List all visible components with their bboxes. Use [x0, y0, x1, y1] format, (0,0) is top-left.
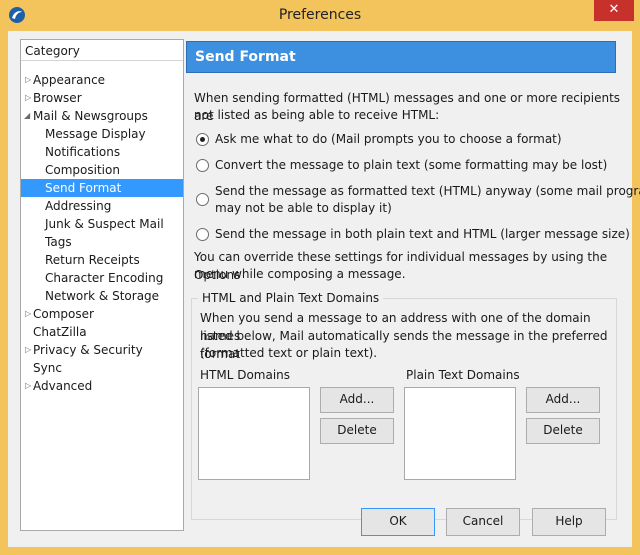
- html-domains-list[interactable]: [198, 387, 310, 480]
- domains-desc-line3: (formatted text or plain text).: [200, 346, 378, 360]
- tree-item-network-storage[interactable]: Network & Storage: [21, 287, 183, 305]
- plain-domains-label: Plain Text Domains: [406, 368, 520, 382]
- tree-item-privacy-security[interactable]: ▷ Privacy & Security: [21, 341, 183, 359]
- tree-item-appearance[interactable]: ▷ Appearance: [21, 71, 183, 89]
- tree-item-chatzilla[interactable]: ChatZilla: [21, 323, 183, 341]
- html-add-button[interactable]: Add...: [320, 387, 394, 413]
- html-domains-label: HTML Domains: [200, 368, 291, 382]
- radio-button[interactable]: [196, 133, 209, 146]
- close-window-button[interactable]: ✕: [594, 0, 634, 21]
- radio-button[interactable]: [196, 159, 209, 172]
- override-text-line2: menu while composing a message.: [194, 267, 406, 281]
- panel-title: Send Format: [186, 41, 616, 73]
- plain-delete-button[interactable]: Delete: [526, 418, 600, 444]
- tree-item-composition[interactable]: Composition: [21, 161, 183, 179]
- plain-add-button[interactable]: Add...: [526, 387, 600, 413]
- intro-text-line2: not listed as being able to receive HTML…: [194, 108, 440, 122]
- radio-button[interactable]: [196, 193, 209, 206]
- tree-item-composer[interactable]: ▷ Composer: [21, 305, 183, 323]
- tree-item-notifications[interactable]: Notifications: [21, 143, 183, 161]
- tree-item-tags[interactable]: Tags: [21, 233, 183, 251]
- plain-domains-list[interactable]: [404, 387, 516, 480]
- preferences-window: Preferences ✕ Category ▷ Appearance ▷ Br…: [0, 0, 640, 555]
- title-bar[interactable]: Preferences ✕: [0, 0, 640, 31]
- radio-button[interactable]: [196, 228, 209, 241]
- window-title: Preferences: [278, 7, 362, 23]
- ok-button[interactable]: OK: [361, 508, 435, 536]
- tree-item-send-format[interactable]: Send Format: [21, 179, 183, 197]
- tree-item-addressing[interactable]: Addressing: [21, 197, 183, 215]
- html-delete-button[interactable]: Delete: [320, 418, 394, 444]
- dialog-body: Category ▷ Appearance ▷ Browser ◢ Mail &…: [8, 31, 640, 547]
- help-button[interactable]: Help: [532, 508, 606, 536]
- domains-group-legend: HTML and Plain Text Domains: [198, 289, 384, 307]
- tree-item-message-display[interactable]: Message Display: [21, 125, 183, 143]
- tree-item-advanced[interactable]: ▷ Advanced: [21, 377, 183, 395]
- category-column-header[interactable]: Category: [21, 40, 183, 61]
- cancel-button[interactable]: Cancel: [446, 508, 520, 536]
- category-tree[interactable]: Category ▷ Appearance ▷ Browser ◢ Mail &…: [20, 39, 184, 531]
- tree-item-sync[interactable]: Sync: [21, 359, 183, 377]
- tree-item-junk-suspect-mail[interactable]: Junk & Suspect Mail: [21, 215, 183, 233]
- tree-item-browser[interactable]: ▷ Browser: [21, 89, 183, 107]
- tree-item-return-receipts[interactable]: Return Receipts: [21, 251, 183, 269]
- tree-item-mail-newsgroups[interactable]: ◢ Mail & Newsgroups: [21, 107, 183, 125]
- tree-item-character-encoding[interactable]: Character Encoding: [21, 269, 183, 287]
